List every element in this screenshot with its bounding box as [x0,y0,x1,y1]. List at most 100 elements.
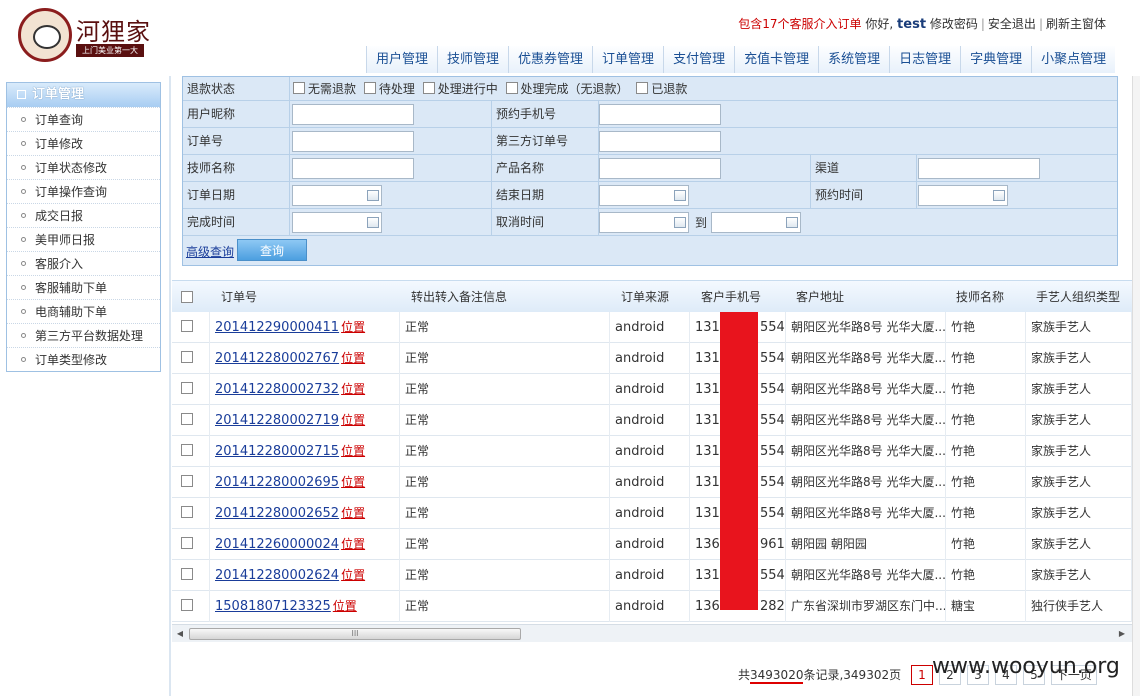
header-order-source[interactable]: 订单来源 [621,281,669,313]
sidebar-item-order-edit[interactable]: 订单修改 [7,131,160,155]
order-number-link[interactable]: 201412280002652 [215,506,339,521]
calendar-icon[interactable] [367,217,379,228]
calendar-icon[interactable] [993,190,1005,201]
refund-processing-checkbox[interactable] [422,82,435,94]
row-checkbox[interactable] [181,382,193,394]
calendar-icon[interactable] [674,217,686,228]
finish-time-input[interactable] [292,212,382,233]
row-checkbox[interactable] [181,506,193,518]
sidebar-item-order-query[interactable]: 订单查询 [7,107,160,131]
order-number-link[interactable]: 15081807123325 [215,599,331,614]
row-checkbox[interactable] [181,475,193,487]
location-link[interactable]: 位置 [341,506,365,520]
nav-payment-management[interactable]: 支付管理 [663,46,735,73]
sidebar-item-order-type-edit[interactable]: 订单类型修改 [7,347,160,371]
nav-technician-management[interactable]: 技师管理 [437,46,509,73]
table-row[interactable]: 201412290000411 位置 正常 android 131 554 朝阳区光华路8号… [172,312,1132,343]
appointment-phone-input[interactable] [599,104,721,125]
location-link[interactable]: 位置 [341,320,365,334]
sidebar-item-manicurist-daily[interactable]: 美甲师日报 [7,227,160,251]
header-customer-phone[interactable]: 客户手机号 [701,281,761,313]
table-row[interactable]: 201412280002732 位置 正常 android 131 554 朝阳区光华路8号… [172,374,1132,405]
advanced-query-link[interactable]: 高级查询 [186,243,234,260]
refund-pending-checkbox[interactable] [363,82,376,94]
logout-link[interactable]: 安全退出 [988,17,1036,31]
cancel-time-start-input[interactable] [599,212,689,233]
order-number-link[interactable]: 201412280002624 [215,568,339,583]
location-link[interactable]: 位置 [341,568,365,582]
nav-coupon-management[interactable]: 优惠券管理 [508,46,593,73]
order-number-link[interactable]: 201412290000411 [215,320,339,335]
order-number-link[interactable]: 201412280002719 [215,413,339,428]
vertical-scrollbar[interactable] [1132,76,1140,696]
end-date-input[interactable] [599,185,689,206]
row-checkbox[interactable] [181,351,193,363]
horizontal-scrollbar[interactable]: ◀ III ▶ [172,624,1132,642]
panel-splitter[interactable] [169,76,171,696]
technician-name-input[interactable] [292,158,414,179]
refund-done-checkbox[interactable] [505,82,518,94]
location-link[interactable]: 位置 [341,351,365,365]
header-transfer-remark[interactable]: 转出转入备注信息 [411,281,507,313]
nav-order-management[interactable]: 订单管理 [592,46,664,73]
row-checkbox[interactable] [181,599,193,611]
customer-service-alert-link[interactable]: 包含17个客服介入订单 [738,17,861,31]
order-date-input[interactable] [292,185,382,206]
nav-recharge-card-management[interactable]: 充值卡管理 [734,46,819,73]
order-number-link[interactable]: 201412280002767 [215,351,339,366]
location-link[interactable]: 位置 [333,599,357,613]
page-1-button[interactable]: 1 [910,665,933,685]
row-checkbox[interactable] [181,444,193,456]
sidebar-item-third-party-data[interactable]: 第三方平台数据处理 [7,323,160,347]
row-checkbox[interactable] [181,320,193,332]
table-row[interactable]: 15081807123325 位置 正常 android 136 282 广东省深圳市罗湖区… [172,591,1132,622]
nav-dictionary-management[interactable]: 字典管理 [960,46,1032,73]
sidebar-item-cs-intervention[interactable]: 客服介入 [7,251,160,275]
change-password-link[interactable]: 修改密码 [930,17,978,31]
third-party-order-input[interactable] [599,131,721,152]
refund-none-checkbox[interactable] [293,82,305,94]
sidebar-header[interactable]: 订单管理 [7,83,160,107]
order-number-link[interactable]: 201412280002732 [215,382,339,397]
user-nickname-input[interactable] [292,104,414,125]
location-link[interactable]: 位置 [341,382,365,396]
nav-user-management[interactable]: 用户管理 [366,46,438,73]
order-number-link[interactable]: 201412260000024 [215,537,339,552]
calendar-icon[interactable] [674,190,686,201]
table-row[interactable]: 201412260000024 位置 正常 android 136 961 朝阳园 朝阳园竹… [172,529,1132,560]
nav-system-management[interactable]: 系统管理 [818,46,890,73]
refresh-main-window-link[interactable]: 刷新主窗体 [1046,17,1106,31]
scrollbar-thumb[interactable]: III [189,628,521,640]
row-checkbox[interactable] [181,568,193,580]
row-checkbox[interactable] [181,413,193,425]
refunded-checkbox[interactable] [636,82,649,94]
scroll-left-arrow-icon[interactable]: ◀ [174,628,186,640]
header-technician-name[interactable]: 技师名称 [956,281,1004,313]
calendar-icon[interactable] [367,190,379,201]
appointment-time-input[interactable] [918,185,1008,206]
location-link[interactable]: 位置 [341,537,365,551]
row-checkbox[interactable] [181,537,193,549]
table-row[interactable]: 201412280002767 位置 正常 android 131 554 朝阳区光华路8号… [172,343,1132,374]
header-artisan-org-type[interactable]: 手艺人组织类型 [1036,281,1120,313]
order-number-link[interactable]: 201412280002695 [215,475,339,490]
location-link[interactable]: 位置 [341,413,365,427]
sidebar-item-daily-deals[interactable]: 成交日报 [7,203,160,227]
location-link[interactable]: 位置 [341,475,365,489]
header-customer-address[interactable]: 客户地址 [796,281,844,313]
table-row[interactable]: 201412280002719 位置 正常 android 131 554 朝阳区光华路8号… [172,405,1132,436]
sidebar-item-ecommerce-assisted-order[interactable]: 电商辅助下单 [7,299,160,323]
calendar-icon[interactable] [786,217,798,228]
nav-points-management[interactable]: 小聚点管理 [1031,46,1116,73]
header-order-number[interactable]: 订单号 [221,281,257,313]
order-number-input[interactable] [292,131,414,152]
table-row[interactable]: 201412280002624 位置 正常 android 131 554 朝阳区光华路8号… [172,560,1132,591]
query-button[interactable]: 查询 [237,239,307,261]
sidebar-item-order-operation-query[interactable]: 订单操作查询 [7,179,160,203]
scroll-right-arrow-icon[interactable]: ▶ [1116,628,1128,640]
table-row[interactable]: 201412280002695 位置 正常 android 131 554 朝阳区光华路8号… [172,467,1132,498]
table-row[interactable]: 201412280002652 位置 正常 android 131 554 朝阳区光华路8号… [172,498,1132,529]
location-link[interactable]: 位置 [341,444,365,458]
nav-log-management[interactable]: 日志管理 [889,46,961,73]
sidebar-item-order-status-edit[interactable]: 订单状态修改 [7,155,160,179]
